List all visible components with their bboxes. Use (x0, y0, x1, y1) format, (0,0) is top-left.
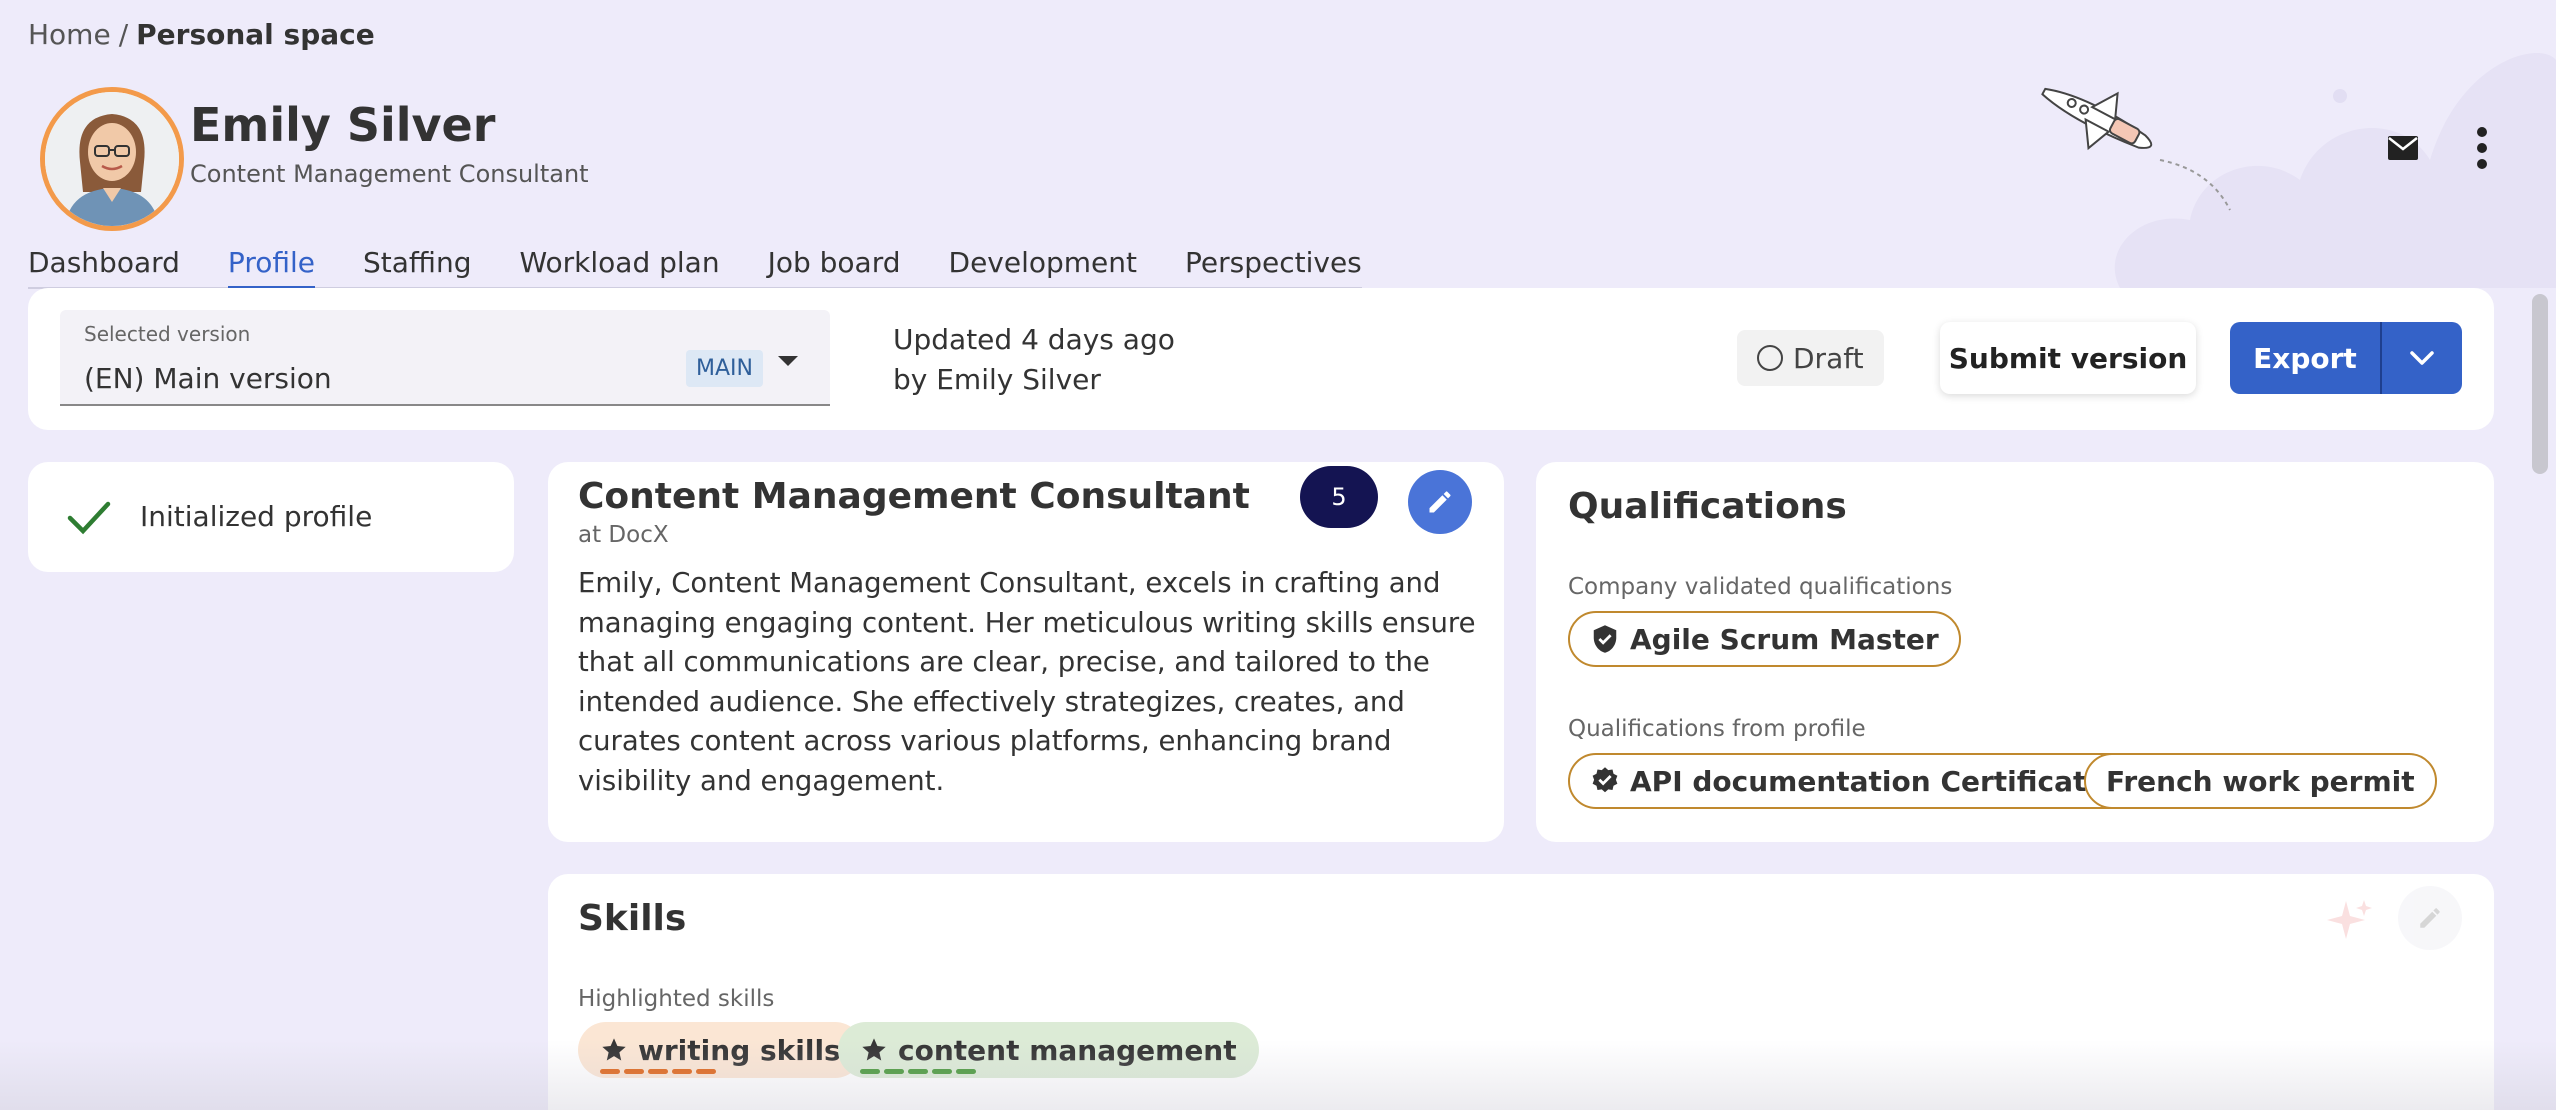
tab-bar: Dashboard Profile Staffing Workload plan… (28, 242, 1362, 290)
version-select[interactable]: Selected version (EN) Main version MAIN (60, 310, 830, 406)
tab-job-board[interactable]: Job board (768, 242, 901, 287)
pencil-icon (2420, 908, 2440, 928)
tab-workload-plan[interactable]: Workload plan (519, 242, 719, 287)
tab-dashboard[interactable]: Dashboard (28, 242, 180, 287)
tab-perspectives[interactable]: Perspectives (1185, 242, 1362, 287)
highlighted-skills-label: Highlighted skills (578, 986, 775, 1012)
avatar[interactable] (40, 87, 184, 231)
avatar-portrait-icon (45, 92, 179, 226)
skill-chip[interactable]: content management (838, 1022, 1259, 1078)
summary-title: Content Management Consultant (578, 476, 1250, 517)
qualification-chip-label: French work permit (2106, 764, 2415, 798)
updated-info: Updated 4 days ago by Emily Silver (893, 320, 1175, 400)
dropdown-caret-icon (778, 356, 798, 366)
scrollbar-thumb[interactable] (2532, 294, 2548, 474)
star-icon (862, 1038, 886, 1061)
qualifications-title: Qualifications (1568, 486, 1847, 527)
export-dropdown-button[interactable] (2382, 322, 2462, 394)
skill-chip[interactable]: writing skills (578, 1022, 863, 1078)
draft-status-badge: Draft (1737, 330, 1884, 386)
version-select-value: (EN) Main version (84, 362, 332, 395)
breadcrumb-separator: / (118, 18, 129, 51)
qualifications-card: Qualifications Company validated qualifi… (1536, 462, 2494, 842)
more-vert-icon[interactable] (2460, 122, 2504, 174)
breadcrumb-current: Personal space (136, 18, 375, 51)
tab-staffing[interactable]: Staffing (363, 242, 472, 287)
count-badge[interactable]: 5 (1300, 466, 1378, 528)
qualification-chip-label: API documentation Certification (1630, 764, 2136, 798)
summary-company: at DocX (578, 522, 669, 548)
pencil-icon (1429, 491, 1451, 513)
profile-qualifications-label: Qualifications from profile (1568, 716, 1866, 742)
circle-outline-icon (1757, 345, 1783, 371)
skill-level-indicator (860, 1069, 976, 1074)
rocket-icon (2041, 87, 2231, 211)
qualification-chip[interactable]: API documentation Certification (1568, 753, 2158, 809)
tab-profile[interactable]: Profile (227, 242, 316, 290)
skill-level-indicator (600, 1069, 716, 1074)
version-select-label: Selected version (84, 322, 251, 346)
edit-summary-button[interactable] (1408, 470, 1472, 534)
user-name: Emily Silver (190, 98, 496, 152)
mail-icon[interactable] (2380, 128, 2426, 168)
edit-skills-button[interactable] (2398, 886, 2462, 950)
shield-check-icon (1593, 625, 1617, 653)
summary-text: Emily, Content Management Consultant, ex… (578, 567, 1476, 797)
export-button[interactable]: Export (2230, 322, 2380, 394)
profile-summary-card: Content Management Consultant at DocX 5 … (548, 462, 1504, 842)
initialized-profile-label: Initialized profile (140, 500, 373, 533)
validated-qualifications-label: Company validated qualifications (1568, 574, 1953, 600)
draft-status-label: Draft (1793, 341, 1864, 375)
tab-development[interactable]: Development (949, 242, 1138, 287)
version-tag-badge: MAIN (686, 350, 763, 387)
user-role: Content Management Consultant (190, 160, 589, 188)
check-icon (67, 501, 111, 535)
submit-version-button[interactable]: Submit version (1940, 322, 2196, 394)
sparkle-icon[interactable] (2326, 896, 2376, 946)
qualification-chip[interactable]: French work permit (2084, 753, 2437, 809)
updated-by: by Emily Silver (893, 363, 1101, 396)
star-icon (602, 1038, 626, 1061)
verified-badge-icon (1592, 767, 1618, 793)
chevron-down-icon (2410, 351, 2434, 365)
export-button-group: Export (2230, 322, 2462, 394)
skill-chip-label: content management (898, 1033, 1237, 1067)
skills-title: Skills (578, 898, 687, 939)
breadcrumb-home[interactable]: Home (28, 18, 111, 51)
skill-chip-label: writing skills (638, 1033, 841, 1067)
breadcrumb: Home / Personal space (28, 18, 375, 51)
qualification-chip-label: Agile Scrum Master (1630, 622, 1939, 656)
initialized-profile-card: Initialized profile (28, 462, 514, 572)
skills-card: Skills Highlighted skills writing skills… (548, 874, 2494, 1110)
updated-time: Updated 4 days ago (893, 323, 1175, 356)
qualification-chip[interactable]: Agile Scrum Master (1568, 611, 1961, 667)
